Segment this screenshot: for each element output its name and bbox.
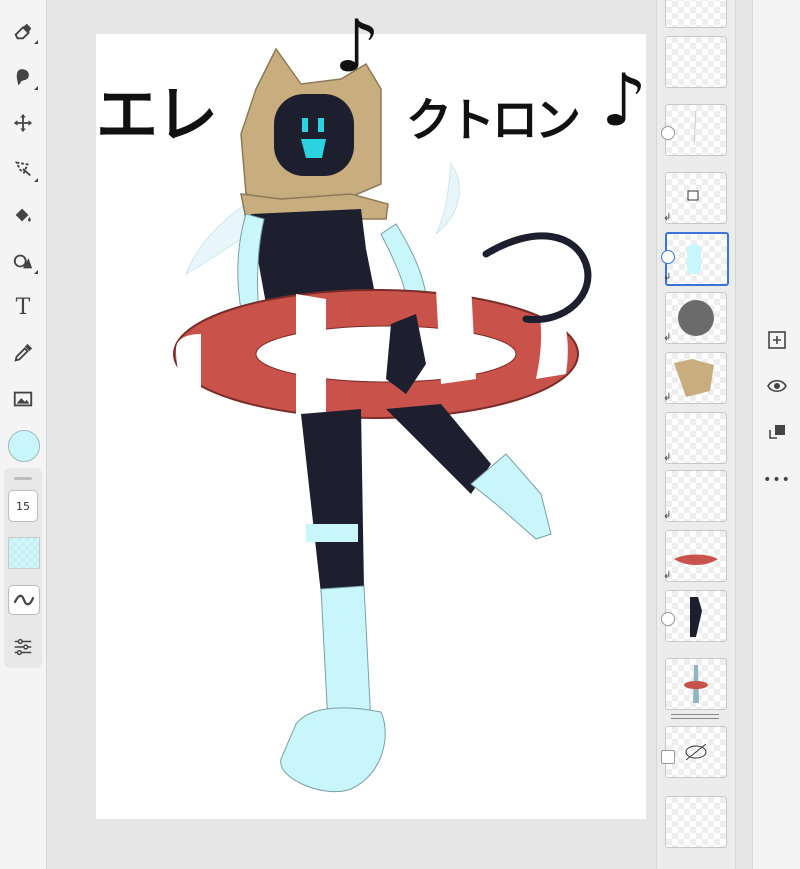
layer-thumbnail (674, 359, 714, 397)
handwritten-title-part2: クトロン (406, 93, 581, 147)
plus-box-icon (768, 331, 786, 349)
layer-2[interactable] (665, 36, 727, 88)
brush-size-field[interactable]: 15 (8, 490, 38, 522)
lasso-icon (14, 161, 31, 177)
lock-icon (687, 190, 699, 201)
layer-thumbnail (674, 554, 718, 565)
adjustments-tool[interactable] (6, 630, 40, 664)
layer-arrange-icon (769, 425, 785, 439)
layer-thumbnail (693, 109, 697, 146)
smudge-icon (16, 69, 29, 86)
layers-panel: ↲ ↲ ↲ ↲ ↲ ↲ ↲ (656, 0, 736, 869)
eraser-tool[interactable] (6, 14, 40, 48)
drawing-canvas[interactable]: エレ ♪ クトロン ♪ (96, 4, 647, 819)
sliders-icon (14, 638, 32, 656)
layer-7[interactable] (665, 352, 727, 404)
eye-icon (767, 379, 787, 393)
eyedropper-tool[interactable] (6, 336, 40, 370)
smudge-tool[interactable] (6, 60, 40, 94)
text-tool[interactable]: T (6, 290, 40, 324)
layer-thumbnail (690, 597, 702, 637)
shape-tool[interactable] (6, 244, 40, 278)
clip-arrow-icon: ↲ (663, 212, 672, 223)
layer-thumbnail (684, 665, 708, 703)
layer-8[interactable] (665, 412, 727, 464)
brush-preview[interactable] (8, 537, 40, 569)
add-layer-button[interactable] (763, 326, 791, 354)
ellipsis-icon: ••• (763, 472, 791, 488)
image-layer-icon (661, 750, 675, 764)
more-button[interactable]: ••• (763, 466, 791, 494)
shape-icon (13, 254, 33, 269)
layer-link-icon (661, 612, 675, 626)
layer-10[interactable] (665, 530, 727, 582)
move-icon (13, 113, 33, 133)
eraser-icon (14, 23, 32, 40)
color-swatch[interactable] (8, 430, 40, 462)
layer-actions-column: ••• (752, 0, 800, 869)
fill-tool[interactable] (6, 198, 40, 232)
clip-arrow-icon: ↲ (663, 392, 672, 403)
clip-arrow-icon: ↲ (663, 452, 672, 463)
hidden-eye-icon (685, 743, 707, 761)
handwritten-title-part1: エレ (96, 78, 218, 151)
layer-options-button[interactable] (763, 418, 791, 446)
text-icon: T (15, 294, 31, 320)
wave-icon (13, 594, 35, 606)
clip-arrow-icon: ↲ (663, 332, 672, 343)
visibility-button[interactable] (763, 372, 791, 400)
layer-link-icon (661, 126, 675, 140)
group-divider (671, 714, 719, 719)
layer-thumbnail (687, 244, 701, 274)
layer-12[interactable] (665, 658, 727, 710)
layer-thumbnail (678, 300, 714, 336)
lasso-tool[interactable] (6, 152, 40, 186)
music-note-1: ♪ (334, 4, 380, 88)
layer-1[interactable] (665, 0, 727, 28)
size-slider[interactable] (14, 477, 32, 480)
layer-6[interactable] (665, 292, 727, 344)
layer-9[interactable] (665, 470, 727, 522)
image-icon (13, 391, 33, 407)
image-tool[interactable] (6, 382, 40, 416)
eyedropper-icon (14, 343, 33, 362)
move-tool[interactable] (6, 106, 40, 140)
bucket-icon (15, 208, 31, 222)
clip-arrow-icon: ↲ (663, 570, 672, 581)
music-note-2: ♪ (601, 58, 647, 142)
left-toolbar: T 15 (0, 0, 47, 869)
layer-link-icon (661, 250, 675, 264)
stroke-smoothing-button[interactable] (8, 585, 40, 615)
layer-4[interactable] (665, 172, 727, 224)
clip-arrow-icon: ↲ (663, 510, 672, 521)
clip-arrow-icon: ↲ (663, 272, 672, 283)
layer-14[interactable] (665, 796, 727, 848)
